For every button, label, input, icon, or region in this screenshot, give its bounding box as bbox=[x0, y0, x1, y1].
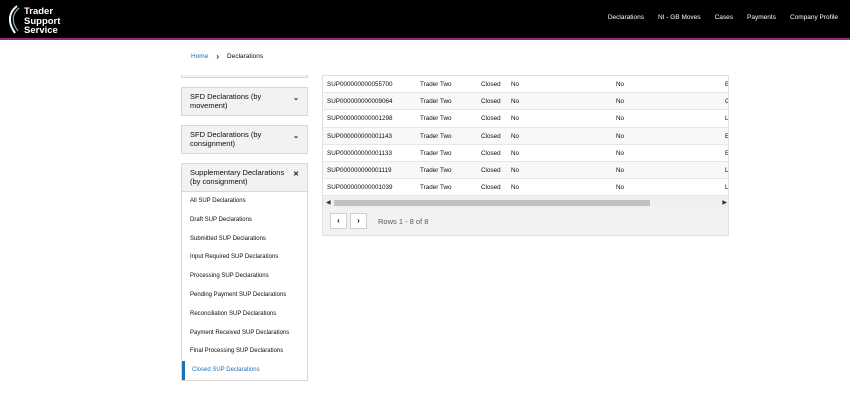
nav-ni-gb-moves[interactable]: NI - GB Moves bbox=[658, 14, 701, 21]
table-cell: No bbox=[616, 184, 625, 192]
trader-support-service-logo[interactable]: Trader Support Service bbox=[6, 3, 66, 35]
table-cell: SUP000000000001298 bbox=[327, 115, 393, 123]
table-cell: No bbox=[511, 81, 520, 88]
table-cell: SUP000000000055700 bbox=[327, 81, 393, 88]
table-cell: No bbox=[616, 115, 625, 123]
table-cell: Trader Two bbox=[420, 115, 452, 123]
breadcrumb-home-link[interactable]: Home bbox=[191, 53, 208, 60]
declarations-table: SUP000000000055700 Trader Two Closed No No E(… bbox=[322, 75, 729, 236]
pagination: ‹ › Rows 1 - 8 of 8 bbox=[330, 213, 428, 229]
table-cell: E( bbox=[725, 81, 729, 88]
previous-page-button[interactable]: ‹ bbox=[330, 213, 347, 229]
table-cell: Trader Two bbox=[420, 132, 452, 140]
sidebar-item-closed-sup[interactable]: Closed SUP Declarations bbox=[182, 361, 307, 380]
logo-text: Trader Support Service bbox=[24, 7, 60, 36]
accordion-title: SFD Declarations (by movement) bbox=[190, 92, 262, 110]
table-row[interactable]: SUP000000000001143 Trader Two Closed No No E( bbox=[323, 127, 729, 145]
table-cell: No bbox=[616, 132, 625, 140]
main-nav: Declarations NI - GB Moves Cases Payment… bbox=[594, 14, 838, 21]
table-cell: No bbox=[511, 132, 520, 140]
sidebar-item-all-sup[interactable]: All SUP Declarations bbox=[182, 192, 307, 211]
nav-payments[interactable]: Payments bbox=[747, 14, 776, 21]
table-cell: Closed bbox=[481, 81, 501, 88]
accordion-title: Supplementary Declarations (by consignme… bbox=[190, 168, 285, 186]
sidebar-item-draft-sup[interactable]: Draft SUP Declarations bbox=[182, 211, 307, 230]
breadcrumb: Home › Declarations bbox=[191, 52, 263, 61]
table-cell: Closed bbox=[481, 115, 501, 123]
chevron-down-icon[interactable]: ⌄ bbox=[293, 95, 299, 104]
accordion-header[interactable]: SFD Declarations (by consignment) ⌄ bbox=[182, 126, 307, 153]
accordion-body: All SUP Declarations Draft SUP Declarati… bbox=[182, 191, 307, 380]
accordion-sfd-by-movement[interactable]: SFD Declarations (by movement) ⌄ bbox=[181, 87, 308, 116]
table-row[interactable]: SUP000000000001119 Trader Two Closed No No LI bbox=[323, 162, 729, 180]
sidebar-item-processing-sup[interactable]: Processing SUP Declarations bbox=[182, 267, 307, 286]
table-row[interactable]: SUP000000000001133 Trader Two Closed No No E( bbox=[323, 144, 729, 162]
table-cell: SUP000000000001143 bbox=[327, 132, 393, 140]
table-cell: No bbox=[616, 98, 625, 106]
table-cell: Trader Two bbox=[420, 81, 452, 88]
sidebar-item-pending-payment-sup[interactable]: Pending Payment SUP Declarations bbox=[182, 286, 307, 305]
table-cell: Closed bbox=[481, 184, 501, 192]
table-cell: No bbox=[616, 167, 625, 174]
table-row[interactable]: SUP000000000001039 Trader Two Closed No No LI bbox=[323, 179, 729, 197]
accordion-sfd-by-consignment[interactable]: SFD Declarations (by consignment) ⌄ bbox=[181, 125, 308, 154]
table-cell: Closed bbox=[481, 149, 501, 157]
table-cell: C bbox=[725, 93, 728, 110]
accordion-section-collapsed bbox=[181, 75, 308, 78]
nav-cases[interactable]: Cases bbox=[715, 14, 733, 21]
table-cell: LI bbox=[725, 167, 729, 174]
table-cell: SUP000000000001119 bbox=[327, 167, 392, 174]
nav-company-profile[interactable]: Company Profile bbox=[790, 14, 838, 21]
sidebar-item-reconciliation-sup[interactable]: Reconciliation SUP Declarations bbox=[182, 305, 307, 324]
chevron-down-icon[interactable]: ⌄ bbox=[293, 133, 299, 142]
table-cell: Trader Two bbox=[420, 184, 452, 192]
table-cell: SUP000000000009064 bbox=[327, 98, 393, 106]
table-cell: SUP000000000001039 bbox=[327, 184, 393, 192]
sidebar-item-payment-received-sup[interactable]: Payment Received SUP Declarations bbox=[182, 324, 307, 343]
logo-swoosh-icon bbox=[9, 5, 20, 34]
table-row[interactable]: SUP000000000055700 Trader Two Closed No No E( bbox=[323, 76, 729, 94]
logo-line: Service bbox=[24, 25, 58, 36]
table-cell: Trader Two bbox=[420, 98, 452, 106]
chevron-right-icon: › bbox=[216, 52, 220, 61]
table-cell: No bbox=[511, 167, 520, 174]
accordion-header[interactable]: Supplementary Declarations (by consignme… bbox=[182, 164, 307, 191]
table-cell: No bbox=[511, 184, 520, 192]
horizontal-scrollbar[interactable]: ◀ ▶ bbox=[323, 198, 728, 208]
table-row[interactable]: SUP000000000009064 Trader Two Closed No No C bbox=[323, 93, 728, 111]
accordion-title: SFD Declarations (by consignment) bbox=[190, 130, 262, 148]
accordion-supplementary-declarations: Supplementary Declarations (by consignme… bbox=[181, 163, 308, 381]
scrollbar-thumb[interactable] bbox=[334, 200, 650, 206]
table-cell: Closed bbox=[481, 132, 501, 140]
table-cell: E( bbox=[725, 132, 729, 140]
table-cell: E( bbox=[725, 149, 729, 157]
nav-declarations[interactable]: Declarations bbox=[608, 14, 644, 21]
table-cell: No bbox=[511, 115, 520, 123]
table-cell: Trader Two bbox=[420, 149, 452, 157]
sidebar-item-submitted-sup[interactable]: Submitted SUP Declarations bbox=[182, 230, 307, 249]
header-accent-line bbox=[0, 38, 850, 40]
table-cell: Trader Two bbox=[420, 167, 452, 174]
top-header: Trader Support Service Declarations NI -… bbox=[0, 0, 850, 38]
table-cell: Closed bbox=[481, 98, 501, 106]
close-icon[interactable]: ✕ bbox=[293, 171, 299, 180]
table-cell: No bbox=[511, 149, 520, 157]
breadcrumb-current: Declarations bbox=[227, 53, 264, 60]
table-cell: No bbox=[616, 81, 625, 88]
next-page-button[interactable]: › bbox=[350, 213, 367, 229]
sidebar-item-final-processing-sup[interactable]: Final Processing SUP Declarations bbox=[182, 342, 307, 361]
table-cell: Closed bbox=[481, 167, 501, 174]
sidebar-item-input-required-sup[interactable]: Input Required SUP Declarations bbox=[182, 248, 307, 267]
table-cell: LI bbox=[725, 184, 729, 192]
table-cell: SUP000000000001133 bbox=[327, 149, 393, 157]
table-cell: LI bbox=[725, 115, 729, 123]
scroll-left-icon[interactable]: ◀ bbox=[326, 199, 331, 206]
table-cell: No bbox=[616, 149, 625, 157]
scroll-right-icon[interactable]: ▶ bbox=[722, 199, 727, 206]
table-row[interactable]: SUP000000000001298 Trader Two Closed No No LI bbox=[323, 110, 729, 128]
rows-info: Rows 1 - 8 of 8 bbox=[378, 216, 429, 226]
table-cell: No bbox=[511, 98, 520, 106]
accordion-header[interactable]: SFD Declarations (by movement) ⌄ bbox=[182, 88, 307, 115]
